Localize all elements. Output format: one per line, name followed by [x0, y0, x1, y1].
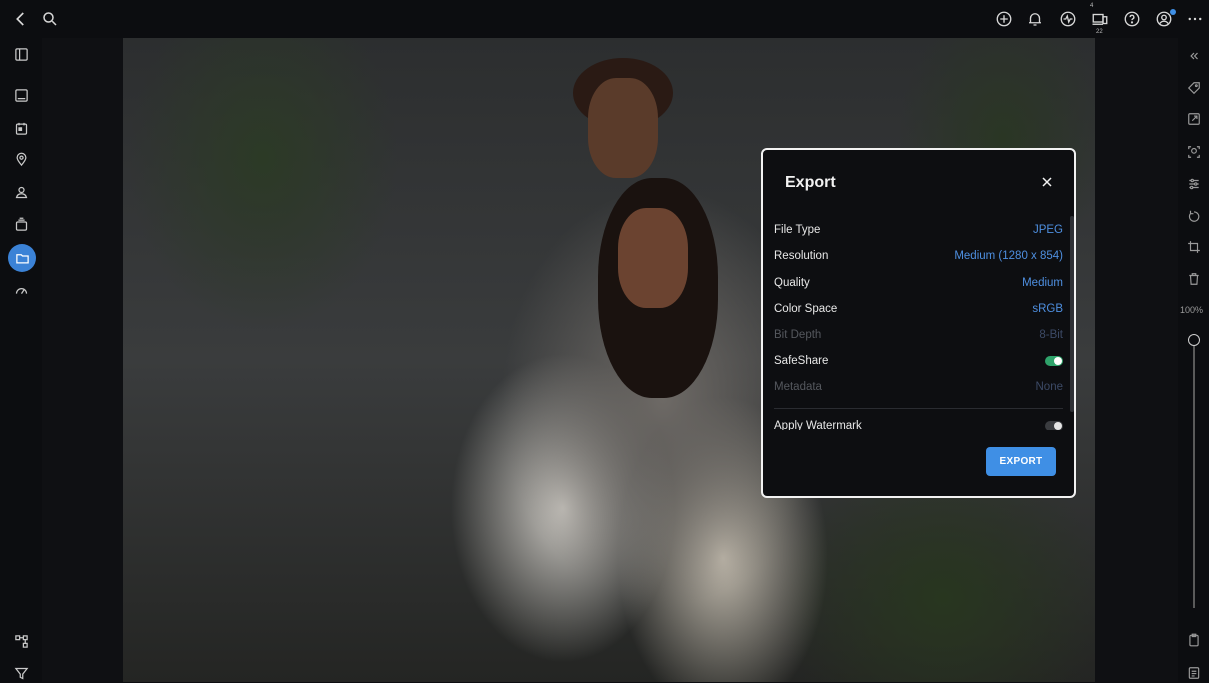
- row-label: Bit Depth: [774, 329, 822, 341]
- filter-icon[interactable]: [11, 663, 31, 683]
- sitemap-icon[interactable]: [11, 631, 31, 651]
- row-value[interactable]: Medium (1280 x 854): [954, 250, 1063, 262]
- row-label: Quality: [774, 277, 810, 289]
- row-label: Apply Watermark: [774, 420, 862, 430]
- speed-icon[interactable]: [11, 280, 31, 300]
- quality-row[interactable]: Quality Medium: [774, 274, 1063, 294]
- devices-badge-bottom: 22: [1096, 29, 1103, 35]
- rotate-icon[interactable]: [1184, 206, 1204, 226]
- panel-toggle-icon[interactable]: [11, 44, 31, 64]
- row-value[interactable]: Medium: [1022, 277, 1063, 289]
- activity-icon[interactable]: [1058, 9, 1078, 29]
- image-icon[interactable]: [11, 85, 31, 105]
- chevron-left-icon[interactable]: [11, 9, 31, 29]
- search-icon[interactable]: [40, 9, 60, 29]
- devices-icon[interactable]: [1090, 9, 1110, 29]
- top-bar: 4 22: [0, 0, 1209, 38]
- watermark-row: Apply Watermark: [774, 418, 1063, 430]
- notification-dot: [1170, 9, 1176, 15]
- zoom-slider-handle[interactable]: [1188, 334, 1200, 346]
- row-value: None: [1035, 381, 1064, 393]
- face-icon[interactable]: [1184, 142, 1204, 162]
- photo-subject-shape: [618, 208, 688, 308]
- watermark-toggle[interactable]: [1045, 421, 1063, 430]
- row-label: Resolution: [774, 250, 829, 262]
- calendar-icon[interactable]: [11, 118, 31, 138]
- devices-badge-top: 4: [1090, 3, 1094, 9]
- bell-icon[interactable]: [1025, 9, 1045, 29]
- row-value[interactable]: JPEG: [1033, 224, 1063, 236]
- row-value[interactable]: sRGB: [1032, 303, 1063, 315]
- row-value: 8-Bit: [1039, 329, 1063, 341]
- row-label: File Type: [774, 224, 821, 236]
- delete-icon[interactable]: [1184, 269, 1204, 289]
- collapse-icon[interactable]: [1184, 46, 1204, 66]
- metadata-row: Metadata None: [774, 378, 1063, 398]
- location-icon[interactable]: [11, 149, 31, 169]
- color-space-row[interactable]: Color Space sRGB: [774, 300, 1063, 320]
- dialog-scrollbar[interactable]: [1070, 216, 1074, 412]
- photo-subject-shape: [588, 78, 658, 178]
- divider: [774, 408, 1063, 409]
- safeshare-toggle[interactable]: [1045, 356, 1063, 366]
- clipboard-icon[interactable]: [1184, 630, 1204, 650]
- adjust-icon[interactable]: [1184, 174, 1204, 194]
- album-icon[interactable]: [11, 214, 31, 234]
- zoom-level: 100%: [1180, 305, 1204, 315]
- zoom-slider-track[interactable]: [1193, 345, 1195, 608]
- tag-icon[interactable]: [1184, 78, 1204, 98]
- row-label: Color Space: [774, 303, 838, 315]
- folder-icon[interactable]: [8, 244, 36, 272]
- export-button[interactable]: EXPORT: [986, 447, 1056, 476]
- crop-icon[interactable]: [1184, 237, 1204, 257]
- row-label: Metadata: [774, 381, 822, 393]
- bit-depth-row: Bit Depth 8-Bit: [774, 326, 1063, 346]
- help-icon[interactable]: [1122, 9, 1142, 29]
- more-icon[interactable]: [1185, 9, 1205, 29]
- share-icon[interactable]: [1184, 109, 1204, 129]
- person-icon[interactable]: [11, 182, 31, 202]
- close-icon[interactable]: [1037, 172, 1057, 192]
- add-circle-icon[interactable]: [994, 9, 1014, 29]
- row-label: SafeShare: [774, 355, 829, 367]
- export-dialog: Export File Type JPEG Resolution Medium …: [761, 148, 1076, 498]
- file-type-row[interactable]: File Type JPEG: [774, 221, 1063, 241]
- info-icon[interactable]: [1184, 663, 1204, 683]
- resolution-row[interactable]: Resolution Medium (1280 x 854): [774, 247, 1063, 267]
- safeshare-row: SafeShare: [774, 352, 1063, 372]
- dialog-title: Export: [785, 174, 836, 191]
- left-rail: [0, 38, 42, 682]
